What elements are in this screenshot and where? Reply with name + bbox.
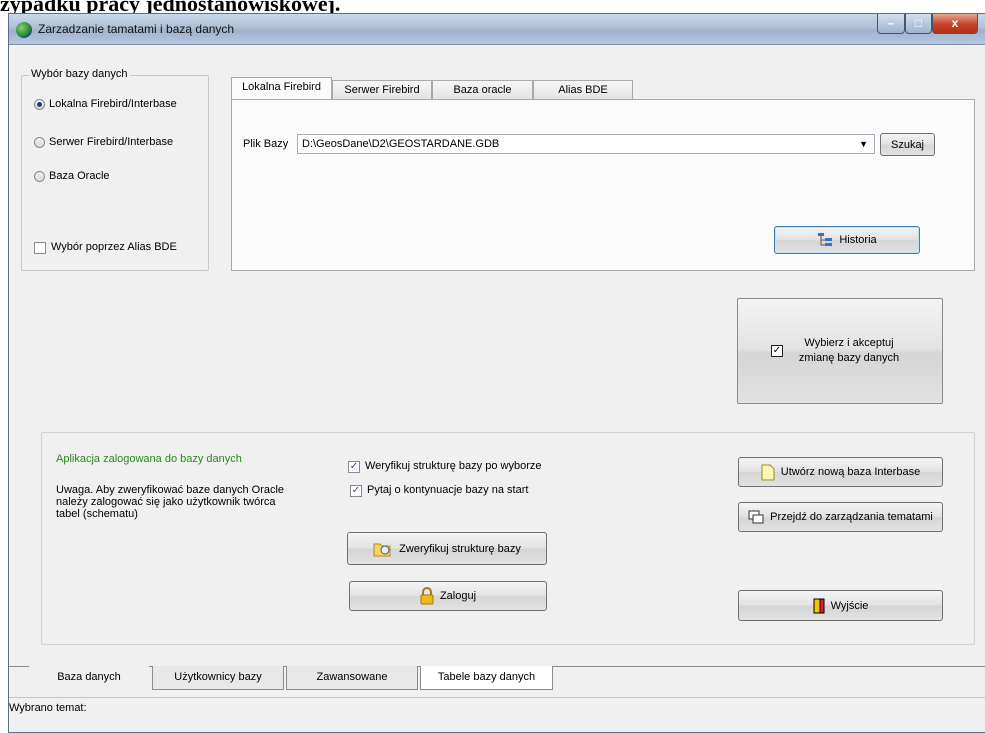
status-text: Wybrano temat: <box>9 702 87 714</box>
login-button-label: Zaloguj <box>439 590 477 602</box>
tab-local-firebird[interactable]: Lokalna Firebird <box>231 77 332 100</box>
new-document-icon <box>761 464 775 480</box>
chevron-down-icon[interactable]: ▼ <box>859 135 868 153</box>
file-label: Plik Bazy <box>243 138 289 150</box>
magnifier-folder-icon <box>373 543 391 556</box>
history-button-label: Historia <box>839 234 877 246</box>
verify-structure-button[interactable]: Zweryfikuj strukturę bazy <box>347 532 547 565</box>
tab-advanced[interactable]: Zawansowane <box>286 666 418 690</box>
radio-server-firebird-label[interactable]: Serwer Firebird/Interbase <box>49 136 173 148</box>
create-interbase-label: Utwórz nową baza Interbase <box>780 466 921 478</box>
maximize-button[interactable]: □ <box>905 14 932 34</box>
close-button[interactable]: x <box>932 14 978 34</box>
windows-icon <box>748 510 764 524</box>
radio-local-firebird[interactable] <box>34 99 45 110</box>
verify-on-select-checkbox[interactable]: ✓ <box>348 461 360 473</box>
tab-db-tables[interactable]: Tabele bazy danych <box>420 666 553 690</box>
browse-button[interactable]: Szukaj <box>880 133 935 156</box>
history-button[interactable]: Historia <box>774 226 920 254</box>
accept-db-change-label: Wybierz i akceptuj zmianę bazy danych <box>798 337 900 364</box>
exit-button[interactable]: Wyjście <box>738 590 943 621</box>
globe-icon <box>16 22 32 38</box>
db-choice-legend: Wybór bazy danych <box>29 68 130 80</box>
minimize-button[interactable]: – <box>877 14 905 34</box>
checkbox-icon: ✓ <box>771 345 783 357</box>
radio-local-firebird-label[interactable]: Lokalna Firebird/Interbase <box>49 98 177 110</box>
alias-bde-checkbox[interactable] <box>34 242 46 254</box>
logged-in-text: Aplikacja zalogowana do bazy danych <box>56 453 242 465</box>
tab-server-firebird[interactable]: Serwer Firebird <box>332 80 432 100</box>
ask-continue-label[interactable]: Pytaj o kontynuacje bazy na start <box>367 484 528 496</box>
tab-database[interactable]: Baza danych <box>29 666 149 690</box>
goto-topics-button[interactable]: Przejdź do zarządzania tematami <box>738 502 943 532</box>
tab-db-users[interactable]: Użytkownicy bazy <box>152 666 284 690</box>
status-bar: Wybrano temat: <box>9 697 985 720</box>
accept-db-change-button[interactable]: ✓ Wybierz i akceptuj zmianę bazy danych <box>737 298 943 404</box>
goto-topics-label: Przejdź do zarządzania tematami <box>770 511 933 523</box>
tree-icon <box>818 233 833 246</box>
browse-button-label: Szukaj <box>890 138 925 151</box>
ask-continue-checkbox[interactable]: ✓ <box>350 485 362 497</box>
alias-bde-label[interactable]: Wybór poprzez Alias BDE <box>51 241 177 253</box>
main-window: Zarzadzanie tamatami i bazą danych – □ x… <box>8 13 985 733</box>
file-path-value: D:\GeosDane\D2\GEOSTARDANE.GDB <box>302 138 500 150</box>
title-bar[interactable]: Zarzadzanie tamatami i bazą danych – □ x <box>9 14 985 45</box>
oracle-note: Uwaga. Aby zweryfikować baze danych Orac… <box>56 484 285 520</box>
verify-structure-label: Zweryfikuj strukturę bazy <box>399 542 521 555</box>
login-button[interactable]: Zaloguj <box>349 581 547 611</box>
radio-oracle-label[interactable]: Baza Oracle <box>49 170 110 182</box>
tab-oracle[interactable]: Baza oracle <box>432 80 533 100</box>
exit-button-label: Wyjście <box>830 599 869 612</box>
file-path-combo[interactable]: D:\GeosDane\D2\GEOSTARDANE.GDB ▼ <box>297 134 875 154</box>
radio-server-firebird[interactable] <box>34 137 45 148</box>
window-title: Zarzadzanie tamatami i bazą danych <box>38 22 235 36</box>
padlock-icon <box>420 587 434 605</box>
create-interbase-button[interactable]: Utwórz nową baza Interbase <box>738 457 943 487</box>
radio-oracle[interactable] <box>34 171 45 182</box>
verify-on-select-label[interactable]: Weryfikuj strukturę bazy po wyborze <box>365 460 541 472</box>
tab-alias-bde[interactable]: Alias BDE <box>533 80 633 100</box>
exit-door-icon <box>813 598 825 613</box>
